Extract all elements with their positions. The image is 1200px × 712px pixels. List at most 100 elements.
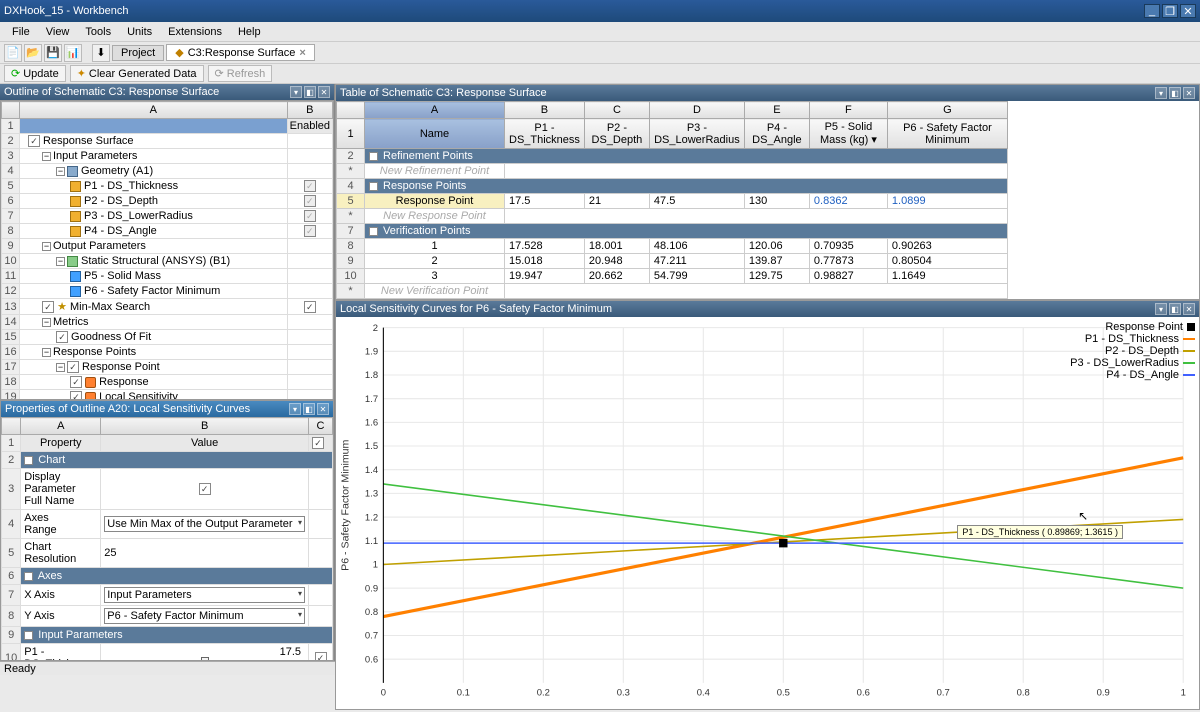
tree-item[interactable]: Response: [20, 375, 288, 390]
prop-value[interactable]: P6 - Safety Factor Minimum: [101, 606, 309, 627]
table-cell[interactable]: 1: [365, 239, 505, 254]
table-cell[interactable]: 120.06: [744, 239, 809, 254]
table-cell[interactable]: 129.75: [744, 269, 809, 284]
table-cell[interactable]: 17.5: [505, 194, 585, 209]
outline-tree[interactable]: AB1Enabled2 Response Surface3−Input Para…: [0, 100, 334, 400]
select-8[interactable]: P6 - Safety Factor Minimum: [104, 608, 305, 624]
tab-close-icon[interactable]: ×: [299, 47, 305, 59]
properties-grid[interactable]: ABC1PropertyValue2− Chart3Display Parame…: [1, 417, 333, 660]
clear-button[interactable]: ✦Clear Generated Data: [70, 65, 204, 82]
close-button[interactable]: ✕: [1180, 4, 1196, 18]
panel-close-icon[interactable]: ✕: [317, 403, 329, 415]
panel-close-icon[interactable]: ✕: [318, 86, 330, 98]
tree-item[interactable]: P2 - DS_Depth: [20, 194, 288, 209]
prop-value[interactable]: Input Parameters: [101, 585, 309, 606]
tree-item[interactable]: −Geometry (A1): [20, 164, 288, 179]
panel-dropdown-icon[interactable]: ▾: [290, 86, 302, 98]
tree-item[interactable]: −Static Structural (ANSYS) (B1): [20, 254, 288, 269]
tree-item[interactable]: −Metrics: [20, 315, 288, 330]
menu-help[interactable]: Help: [230, 26, 269, 38]
table-cell[interactable]: 17.528: [505, 239, 585, 254]
svg-text:0.8: 0.8: [1017, 688, 1030, 699]
table-cell[interactable]: 15.018: [505, 254, 585, 269]
prop-value[interactable]: [101, 469, 309, 510]
select-4[interactable]: Use Min Max of the Output Parameter: [104, 516, 305, 532]
panel-pin-icon[interactable]: ◧: [1169, 303, 1181, 315]
svg-text:P6 - Safety Factor Minimum: P6 - Safety Factor Minimum: [340, 439, 352, 570]
table-cell[interactable]: 1.1649: [887, 269, 1007, 284]
panel-dropdown-icon[interactable]: ▾: [1155, 87, 1167, 99]
chart-tooltip: P1 - DS_Thickness ( 0.89869; 1.3615 ): [957, 525, 1123, 539]
table-cell[interactable]: 48.106: [649, 239, 744, 254]
table-cell[interactable]: 19.947: [505, 269, 585, 284]
panel-close-icon[interactable]: ✕: [1183, 303, 1195, 315]
panel-pin-icon[interactable]: ◧: [304, 86, 316, 98]
table-cell[interactable]: 0.70935: [809, 239, 887, 254]
table-header: Table of Schematic C3: Response Surface …: [336, 85, 1199, 101]
tree-item[interactable]: − Response Point: [20, 360, 288, 375]
tab-project[interactable]: Project: [112, 45, 164, 61]
tree-item[interactable]: Local Sensitivity: [20, 390, 288, 401]
table-cell[interactable]: 3: [365, 269, 505, 284]
update-button[interactable]: ⟳Update: [4, 65, 66, 82]
panel-pin-icon[interactable]: ◧: [1169, 87, 1181, 99]
table-cell[interactable]: 47.211: [649, 254, 744, 269]
tree-item[interactable]: ★ Min-Max Search: [20, 299, 288, 315]
restore-button[interactable]: ❐: [1162, 4, 1178, 18]
tree-item[interactable]: −Input Parameters: [20, 149, 288, 164]
table-cell[interactable]: 21: [584, 194, 649, 209]
minimize-button[interactable]: _: [1144, 4, 1160, 18]
tree-item[interactable]: −Response Points: [20, 345, 288, 360]
table-cell[interactable]: 0.98827: [809, 269, 887, 284]
table-cell[interactable]: 20.662: [584, 269, 649, 284]
menu-tools[interactable]: Tools: [77, 26, 119, 38]
chart-area[interactable]: 00.10.20.30.40.50.60.70.80.910.60.70.80.…: [336, 317, 1199, 709]
table-cell[interactable]: 20.948: [584, 254, 649, 269]
tree-item[interactable]: P5 - Solid Mass: [20, 269, 288, 284]
import-icon[interactable]: ⬇: [92, 44, 110, 62]
panel-pin-icon[interactable]: ◧: [303, 403, 315, 415]
chart-icon[interactable]: 📊: [64, 44, 82, 62]
tree-item[interactable]: P4 - DS_Angle: [20, 224, 288, 239]
table-cell[interactable]: 0.8362: [809, 194, 887, 209]
open-icon[interactable]: 📂: [24, 44, 42, 62]
panel-close-icon[interactable]: ✕: [1183, 87, 1195, 99]
prop-value[interactable]: 25: [101, 539, 309, 568]
toolbar-main: 📄 📂 💾 📊 ⬇ Project ◆ C3:Response Surface …: [0, 42, 1200, 64]
menu-extensions[interactable]: Extensions: [160, 26, 230, 38]
svg-text:1.1: 1.1: [365, 536, 378, 547]
prop-value[interactable]: Use Min Max of the Output Parameter: [101, 510, 309, 539]
tree-item[interactable]: Goodness Of Fit: [20, 330, 288, 345]
table-cell[interactable]: 0.90263: [887, 239, 1007, 254]
prop-value[interactable]: 17.5: [101, 644, 309, 661]
svg-text:0.1: 0.1: [457, 688, 470, 699]
table-cell[interactable]: 47.5: [649, 194, 744, 209]
menu-view[interactable]: View: [38, 26, 78, 38]
table-cell[interactable]: 18.001: [584, 239, 649, 254]
data-table[interactable]: ABCDEFG1NameP1 - DS_ThicknessP2 - DS_Dep…: [336, 101, 1199, 299]
table-cell[interactable]: 2: [365, 254, 505, 269]
new-icon[interactable]: 📄: [4, 44, 22, 62]
tree-item[interactable]: P3 - DS_LowerRadius: [20, 209, 288, 224]
table-cell[interactable]: 0.80504: [887, 254, 1007, 269]
svg-text:0.4: 0.4: [697, 688, 710, 699]
tab-response-surface[interactable]: ◆ C3:Response Surface ×: [166, 44, 315, 61]
panel-dropdown-icon[interactable]: ▾: [1155, 303, 1167, 315]
tree-item[interactable]: −Output Parameters: [20, 239, 288, 254]
select-7[interactable]: Input Parameters: [104, 587, 305, 603]
tree-item[interactable]: Response Surface: [20, 134, 288, 149]
table-cell[interactable]: Response Point: [365, 194, 505, 209]
tree-item[interactable]: P6 - Safety Factor Minimum: [20, 284, 288, 299]
refresh-button[interactable]: ⟳Refresh: [208, 65, 273, 82]
save-icon[interactable]: 💾: [44, 44, 62, 62]
table-cell[interactable]: 54.799: [649, 269, 744, 284]
table-cell[interactable]: 0.77873: [809, 254, 887, 269]
outline-header: Outline of Schematic C3: Response Surfac…: [0, 84, 334, 100]
tree-item[interactable]: P1 - DS_Thickness: [20, 179, 288, 194]
panel-dropdown-icon[interactable]: ▾: [289, 403, 301, 415]
table-cell[interactable]: 139.87: [744, 254, 809, 269]
menu-file[interactable]: File: [4, 26, 38, 38]
table-cell[interactable]: 1.0899: [887, 194, 1007, 209]
menu-units[interactable]: Units: [119, 26, 160, 38]
table-cell[interactable]: 130: [744, 194, 809, 209]
